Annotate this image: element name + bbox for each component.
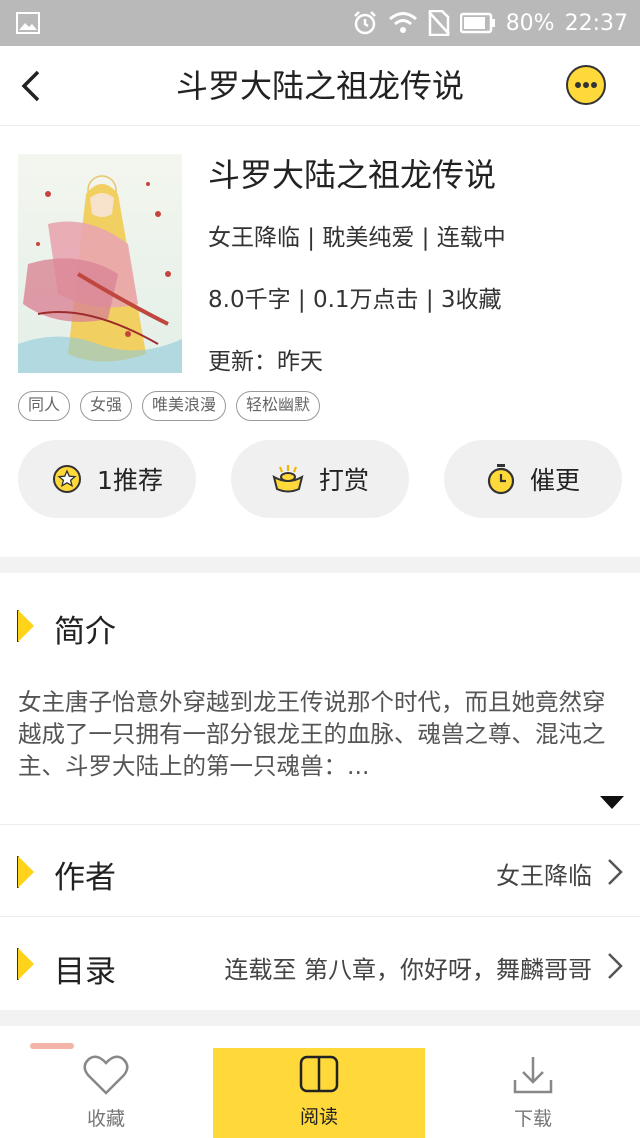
action-bar: 1推荐 打赏 催更 (0, 440, 640, 520)
alarm-icon (353, 11, 376, 35)
book-cover[interactable] (18, 154, 182, 373)
author-label: 作者 (54, 860, 116, 896)
page-title: 斗罗大陆之祖龙传说 (175, 67, 464, 105)
divider (0, 916, 640, 917)
chevron-right-icon (608, 859, 623, 885)
download-icon (513, 1057, 553, 1094)
book-stats: 8.0千字 | 0.1万点击 | 3收藏 (208, 287, 502, 313)
read-button[interactable]: 阅读 (213, 1048, 425, 1138)
intro-section-header: 简介 (0, 594, 640, 658)
reward-button[interactable]: 打赏 (231, 440, 409, 518)
back-arrow-icon[interactable] (14, 66, 54, 106)
intro-text: 女主唐子怡意外穿越到龙王传说那个时代，而且她竟然穿越成了一只拥有一部分银龙王的血… (18, 688, 606, 780)
section-marker-icon (18, 610, 34, 642)
read-label: 阅读 (299, 1106, 338, 1128)
tag[interactable]: 同人 (18, 391, 71, 421)
catalog-label: 目录 (54, 954, 116, 990)
battery-percent: 80% (505, 10, 555, 36)
download-button[interactable]: 下载 (427, 1048, 639, 1138)
more-options-button[interactable] (566, 65, 606, 105)
tag[interactable]: 女强 (80, 391, 133, 421)
divider (0, 824, 640, 825)
no-sim-icon (427, 10, 450, 36)
author-name: 女王降临 (496, 862, 592, 890)
cover-illustration (18, 154, 182, 373)
gold-ingot-icon (272, 465, 304, 493)
navigation-bar: 斗罗大陆之祖龙传说 (0, 46, 640, 126)
recommend-medal-icon (53, 465, 82, 493)
ellipsis-icon (575, 82, 597, 88)
section-marker-icon (18, 948, 34, 980)
image-notification-icon (16, 12, 40, 34)
catalog-latest-chapter: 连载至 第八章，你好呀，舞麟哥哥 (224, 956, 592, 984)
download-label: 下载 (513, 1108, 552, 1130)
reward-label: 打赏 (318, 466, 369, 495)
book-title: 斗罗大陆之祖龙传说 (208, 156, 497, 194)
collect-button[interactable]: 收藏 (0, 1048, 212, 1138)
battery-icon (459, 12, 495, 34)
collect-label: 收藏 (86, 1108, 125, 1130)
urge-update-button[interactable]: 催更 (444, 440, 622, 518)
book-author-category-status: 女王降临 | 耽美纯爱 | 连载中 (208, 225, 506, 251)
book-open-icon (299, 1055, 339, 1093)
chevron-right-icon (608, 953, 623, 979)
recommend-button[interactable]: 1推荐 (18, 440, 196, 518)
status-bar: 80% 22:37 (0, 0, 640, 46)
recommend-label: 1推荐 (97, 466, 163, 495)
intro-title: 简介 (54, 614, 116, 650)
catalog-row[interactable]: 目录 连载至 第八章，你好呀，舞麟哥哥 (0, 932, 640, 996)
section-marker-icon (18, 856, 34, 888)
tag[interactable]: 唯美浪漫 (142, 391, 227, 421)
expand-triangle-icon[interactable] (600, 796, 624, 809)
wifi-icon (388, 12, 417, 33)
urge-label: 催更 (529, 466, 580, 495)
author-row[interactable]: 作者 女王降临 (0, 840, 640, 904)
section-divider (0, 1010, 640, 1026)
tag-list: 同人 女强 唯美浪漫 轻松幽默 (18, 391, 321, 421)
book-update: 更新：昨天 (208, 349, 323, 375)
heart-icon (83, 1055, 129, 1095)
section-divider (0, 557, 640, 573)
clock-time: 22:37 (564, 10, 628, 36)
timer-icon (487, 464, 515, 495)
tag[interactable]: 轻松幽默 (236, 391, 321, 421)
